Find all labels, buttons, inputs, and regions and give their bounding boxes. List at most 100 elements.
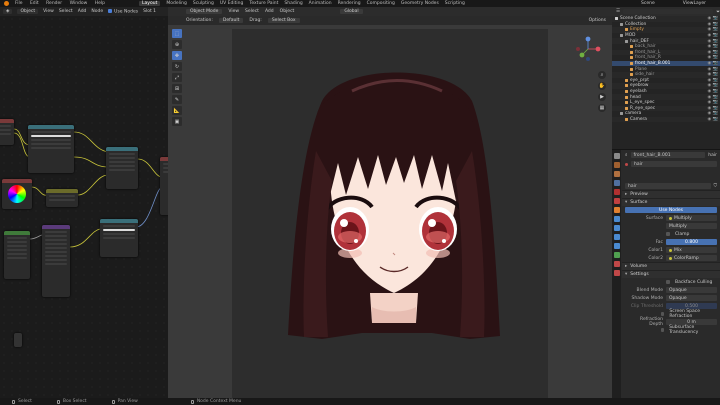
view-layer-selector[interactable]: ViewLayer (683, 1, 706, 6)
blend-type-dropdown[interactable]: Multiply (666, 223, 717, 229)
use-nodes-button[interactable]: Use Nodes (625, 207, 717, 213)
measure-tool-icon[interactable]: 📐 (172, 106, 182, 115)
drag-dropdown[interactable]: Select Box (267, 18, 300, 23)
color1-field[interactable]: Mix (666, 247, 717, 253)
visibility-icon[interactable]: ◉ 📷 (708, 27, 718, 32)
menu-edit[interactable]: Edit (30, 1, 39, 6)
subsurface-checkbox[interactable] (660, 328, 665, 332)
node-texcoord[interactable] (0, 119, 14, 145)
scene-tab-icon[interactable] (613, 189, 620, 195)
visibility-icon[interactable]: ◉ 📷 (708, 72, 718, 77)
tab-texture-paint[interactable]: Texture Paint (249, 1, 278, 6)
pan-hand-icon[interactable]: ✋ (598, 82, 606, 90)
tab-sculpting[interactable]: Sculpting (193, 1, 214, 6)
surface-section[interactable]: Surface (622, 198, 720, 206)
3d-viewport[interactable]: Object Mode View Select Add Object Globa… (168, 7, 612, 398)
color2-field[interactable]: ColorRamp (666, 255, 717, 261)
node-color-input[interactable] (2, 179, 32, 209)
node-mix-2[interactable] (46, 189, 78, 207)
visibility-icon[interactable]: ◉ 📷 (708, 55, 718, 60)
texture-tab-icon[interactable] (613, 270, 620, 276)
menu-window[interactable]: Window (70, 1, 88, 6)
visibility-icon[interactable]: ◉ 📷 (708, 89, 718, 94)
shader-node-editor[interactable]: ◈ Object View Select Add Node Use Nodes … (0, 7, 168, 398)
annotate-tool-icon[interactable]: ✎ (172, 95, 182, 104)
tab-uv-editing[interactable]: UV Editing (220, 1, 243, 6)
visibility-icon[interactable]: ◉ 📷 (708, 117, 718, 122)
shadow-mode-dropdown[interactable]: Opaque (666, 295, 717, 301)
anime-character-model[interactable] (282, 71, 506, 361)
object-name-field[interactable]: front_hair_B.001 (630, 152, 706, 158)
data-tab-icon[interactable] (613, 252, 620, 258)
node-mix-1[interactable] (106, 147, 138, 189)
visibility-icon[interactable]: ◉ 📷 (708, 39, 718, 44)
camera-view-icon[interactable]: ▶ (598, 93, 606, 101)
tab-scripting[interactable]: Scripting (445, 1, 465, 6)
scene-selector[interactable]: Scene (641, 1, 655, 6)
fac-slider[interactable]: 0.800 (666, 239, 717, 245)
ssr-checkbox[interactable] (660, 312, 665, 316)
tab-compositing[interactable]: Compositing (367, 1, 395, 6)
navigation-gizmo-icon[interactable] (574, 35, 602, 63)
node-colorramp-1[interactable] (28, 125, 74, 173)
zoom-icon[interactable]: ⌕ (598, 71, 606, 79)
particles-tab-icon[interactable] (613, 225, 620, 231)
physics-tab-icon[interactable] (613, 234, 620, 240)
visibility-icon[interactable]: ◉ 📷 (708, 44, 718, 49)
node-principled[interactable] (42, 225, 70, 297)
node-shader-to-rgb[interactable] (4, 231, 30, 279)
orientation-dropdown[interactable]: Default (218, 18, 244, 23)
output-tab-icon[interactable] (613, 171, 620, 177)
visibility-icon[interactable]: ◉ 📷 (708, 100, 718, 105)
visibility-icon[interactable]: ◉ 📷 (708, 61, 718, 66)
tab-rendering[interactable]: Rendering (338, 1, 361, 6)
tab-animation[interactable]: Animation (309, 1, 332, 6)
visibility-icon[interactable]: ◉ 📷 (708, 16, 718, 21)
volume-section[interactable]: Volume (622, 262, 720, 270)
outliner-editor-icon[interactable]: ☰ (616, 9, 620, 14)
node-output[interactable] (160, 157, 168, 215)
menu-render[interactable]: Render (46, 1, 62, 6)
preview-section[interactable]: Preview (622, 190, 720, 198)
settings-section[interactable]: Settings (622, 270, 720, 278)
cursor-tool-icon[interactable]: ⊕ (172, 40, 182, 49)
modifier-tab-icon[interactable] (613, 216, 620, 222)
options-dropdown[interactable]: Options (589, 18, 606, 23)
visibility-icon[interactable]: ◉ 📷 (708, 95, 718, 100)
select-box-tool-icon[interactable]: ⬚ (172, 29, 182, 38)
tab-geometry-nodes[interactable]: Geometry Nodes (401, 1, 439, 6)
tool-tab-icon[interactable] (613, 153, 620, 159)
transform-orientation-dropdown[interactable]: Global (340, 9, 363, 14)
visibility-icon[interactable]: ◉ 📷 (708, 67, 718, 72)
shield-icon[interactable]: ⛉ (714, 183, 717, 189)
constraint-tab-icon[interactable] (613, 243, 620, 249)
object-tab-icon[interactable] (613, 207, 620, 213)
filter-icon[interactable]: ⏷ (716, 9, 720, 15)
render-tab-icon[interactable] (613, 162, 620, 168)
viewport-menu-object[interactable]: Object (280, 9, 295, 14)
tab-layout[interactable]: Layout (139, 1, 161, 6)
node-frame[interactable] (14, 333, 22, 347)
scale-tool-icon[interactable]: ⤢ (172, 73, 182, 82)
tab-modeling[interactable]: Modeling (166, 1, 186, 6)
viewport-menu-view[interactable]: View (228, 9, 239, 14)
transform-tool-icon[interactable]: ⊞ (172, 84, 182, 93)
viewport-menu-add[interactable]: Add (265, 9, 274, 14)
visibility-icon[interactable]: ◉ 📷 (708, 111, 718, 116)
material-name-field[interactable]: hair (625, 183, 711, 189)
menu-help[interactable]: Help (95, 1, 105, 6)
world-tab-icon[interactable] (613, 198, 620, 204)
viewport-menu-select[interactable]: Select (245, 9, 259, 14)
add-cube-tool-icon[interactable]: ▣ (172, 117, 182, 126)
tab-shading[interactable]: Shading (284, 1, 302, 6)
rotate-tool-icon[interactable]: ↻ (172, 62, 182, 71)
material-slot-list[interactable]: hair (631, 161, 717, 167)
viewport-mode-dropdown[interactable]: Object Mode (186, 9, 223, 14)
backface-checkbox[interactable] (666, 280, 670, 284)
blender-logo-icon[interactable] (4, 1, 9, 6)
move-tool-icon[interactable]: ✥ (172, 51, 182, 60)
outliner-search-input[interactable] (623, 9, 714, 14)
node-colorramp-2[interactable] (100, 219, 138, 257)
surface-field[interactable]: Multiply (666, 215, 717, 221)
grid-icon[interactable]: ▦ (598, 104, 606, 112)
